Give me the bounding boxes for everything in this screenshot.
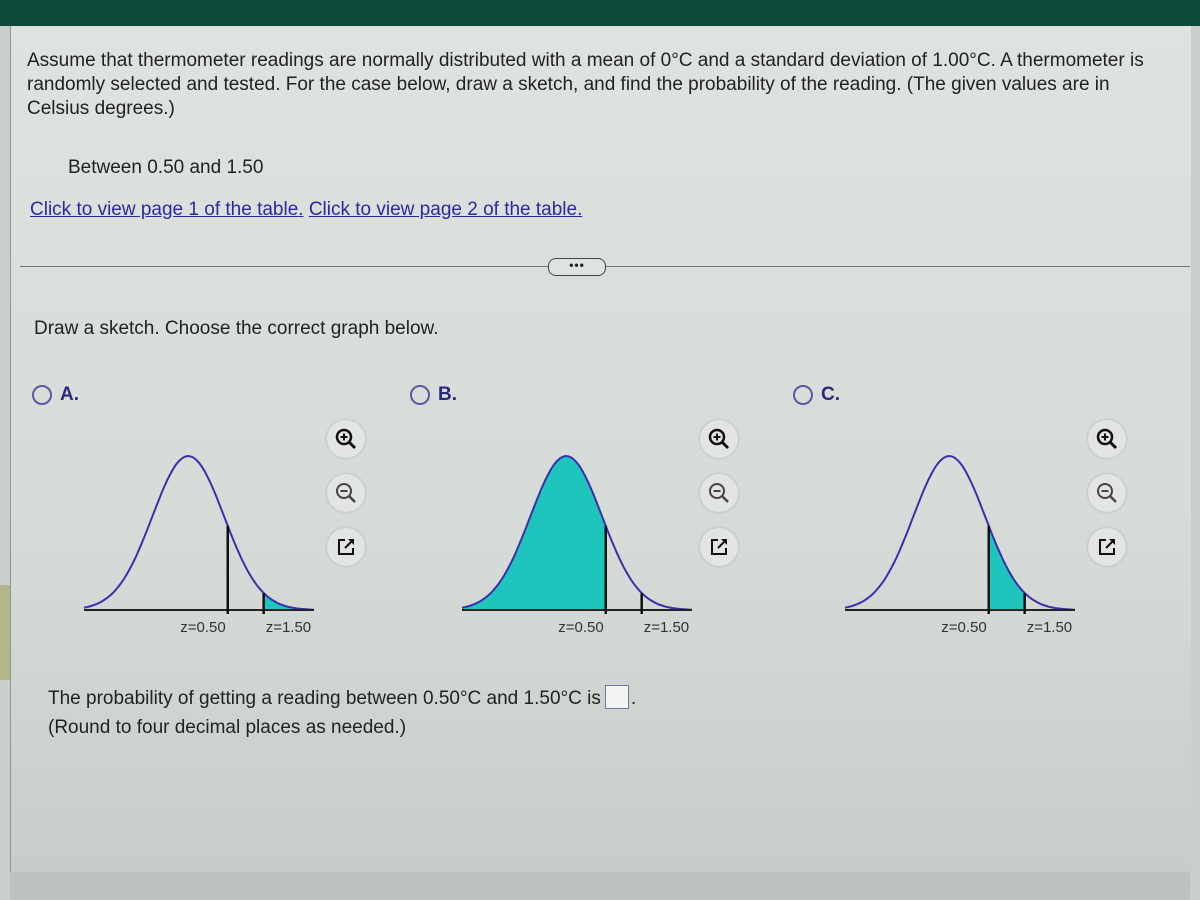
zoom-out-button[interactable] xyxy=(1088,474,1126,512)
popout-icon xyxy=(711,539,727,555)
top-header-bar xyxy=(0,0,1200,26)
rounding-note: (Round to four decimal places as needed.… xyxy=(48,717,407,738)
zoom-out-button[interactable] xyxy=(700,474,738,512)
zoom-out-icon xyxy=(336,483,356,503)
table-links: Click to view page 1 of the table. Click… xyxy=(30,199,582,221)
option-c-tools xyxy=(1088,420,1126,566)
answer-suffix: . xyxy=(630,688,637,709)
zoom-in-icon xyxy=(1096,428,1118,450)
z-label-1-50: z=1.50 xyxy=(266,619,311,636)
bottom-band xyxy=(10,872,1190,900)
shaded-region xyxy=(462,456,606,610)
popout-button[interactable] xyxy=(327,528,365,566)
option-c-graph: z=0.50 z=1.50 xyxy=(844,454,1076,636)
z-label-1-50: z=1.50 xyxy=(1027,619,1072,636)
option-c[interactable]: C. z=0.50 z=1.50 xyxy=(783,380,1143,650)
option-a[interactable]: A. z=0.50 z=1.50 xyxy=(22,380,382,650)
case-text: Between 0.50 and 1.50 xyxy=(68,157,264,178)
zoom-in-button[interactable] xyxy=(327,420,365,458)
popout-icon xyxy=(1099,539,1115,555)
normal-curve xyxy=(83,454,315,611)
zoom-in-button[interactable] xyxy=(700,420,738,458)
option-b-graph: z=0.50 z=1.50 xyxy=(461,454,693,636)
option-b-tools xyxy=(700,420,738,566)
answer-prompt: The probability of getting a reading bet… xyxy=(48,688,601,709)
option-a-graph: z=0.50 z=1.50 xyxy=(83,454,315,636)
z-label-0-50: z=0.50 xyxy=(180,619,225,636)
option-b[interactable]: B. z=0.50 z=1.50 xyxy=(400,380,760,650)
zoom-out-button[interactable] xyxy=(327,474,365,512)
option-a-tools xyxy=(327,420,365,566)
expand-more-button[interactable]: ••• xyxy=(548,258,606,276)
zoom-out-icon xyxy=(709,483,729,503)
answer-section: The probability of getting a reading bet… xyxy=(48,684,636,742)
normal-curve xyxy=(844,454,1076,611)
popout-button[interactable] xyxy=(700,528,738,566)
side-strip xyxy=(0,585,10,680)
instruction-text: Draw a sketch. Choose the correct graph … xyxy=(34,318,439,339)
zoom-in-icon xyxy=(335,428,357,450)
table-page1-link[interactable]: Click to view page 1 of the table. xyxy=(30,199,304,220)
zoom-in-icon xyxy=(708,428,730,450)
question-text: Assume that thermometer readings are nor… xyxy=(27,50,1144,119)
popout-icon xyxy=(338,539,354,555)
zoom-out-icon xyxy=(1097,483,1117,503)
table-page2-link[interactable]: Click to view page 2 of the table. xyxy=(309,199,583,220)
popout-button[interactable] xyxy=(1088,528,1126,566)
zoom-in-button[interactable] xyxy=(1088,420,1126,458)
probability-answer-input[interactable] xyxy=(604,685,629,709)
z-label-1-50: z=1.50 xyxy=(644,619,689,636)
z-label-0-50: z=0.50 xyxy=(941,619,986,636)
z-label-0-50: z=0.50 xyxy=(558,619,603,636)
